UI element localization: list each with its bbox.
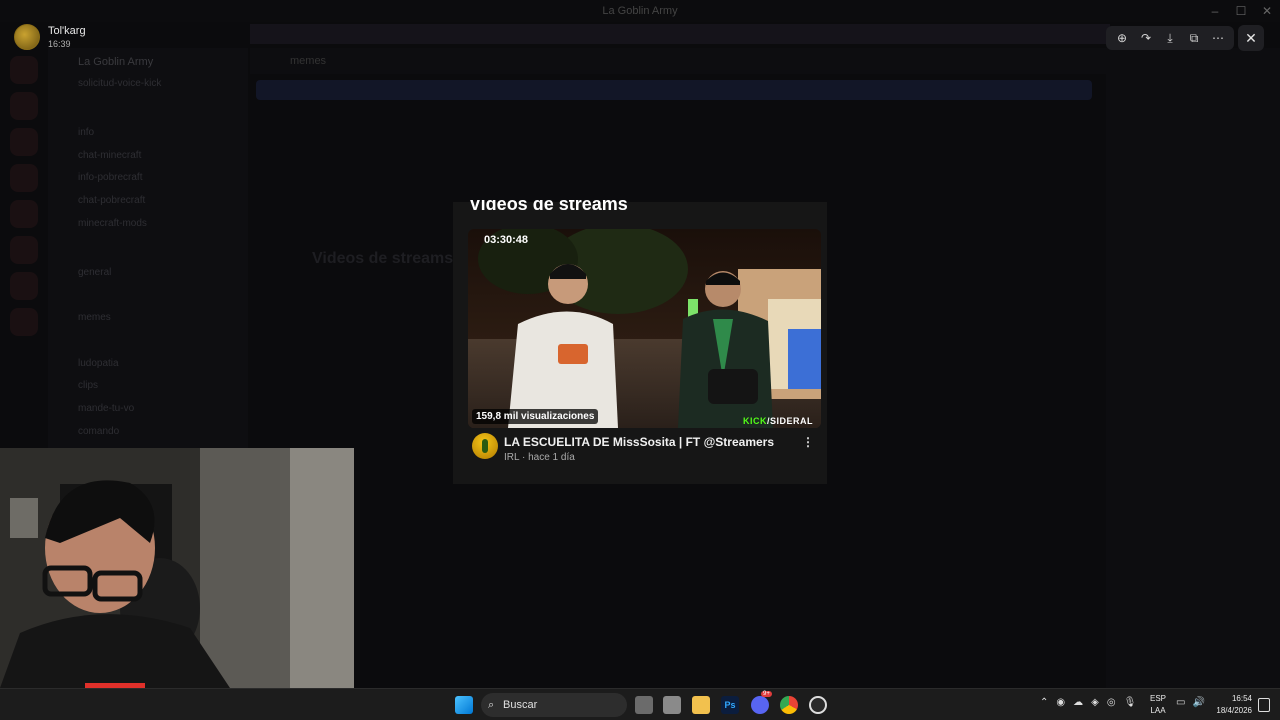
avatar: [14, 24, 40, 50]
server-icon[interactable]: [10, 164, 38, 192]
channel-item[interactable]: mande-tu-vo: [78, 403, 134, 414]
mic-icon[interactable]: 🎙: [1124, 697, 1137, 708]
chevron-up-icon[interactable]: ⌃: [1040, 697, 1048, 708]
watermark-kick: KICK: [742, 416, 767, 426]
task-view-icon[interactable]: [635, 696, 653, 714]
download-icon[interactable]: ⤓: [1162, 31, 1178, 46]
notice-bar: [250, 24, 1110, 44]
taskbar: ⌕ Buscar Ps 9+ ⌃ ◉ ☁ ◈ ◎ 🎙 ESP LAA ▭ 🔊 1…: [0, 688, 1280, 720]
status-icons: ▭ 🔊: [1176, 697, 1205, 708]
tray-app-icon[interactable]: ◉: [1056, 697, 1065, 708]
channel-item[interactable]: chat-minecraft: [78, 150, 141, 161]
clock-date: 18/4/2026: [1216, 706, 1252, 715]
member-list: [1106, 48, 1280, 688]
server-icon[interactable]: [10, 92, 38, 120]
more-icon[interactable]: ⋯: [1210, 31, 1226, 45]
language-code: ESP: [1149, 694, 1166, 703]
network-icon[interactable]: ▭: [1176, 697, 1185, 708]
clock[interactable]: 16:54 18/4/2026: [1212, 693, 1252, 717]
channel-avatar[interactable]: [472, 433, 498, 459]
file-explorer-icon[interactable]: [692, 696, 710, 714]
server-rail: [0, 48, 48, 448]
user-name: Tol'karg: [48, 25, 86, 37]
language-indicator[interactable]: ESP LAA: [1148, 693, 1168, 717]
search-placeholder: Buscar: [503, 699, 538, 711]
video-meta: IRL · hace 1 día: [504, 452, 575, 463]
watermark-channel: /SIDERAL: [766, 416, 813, 426]
webcam-overlay: [0, 448, 354, 688]
thumbnail-watermark: KICK/SIDERAL: [743, 416, 813, 426]
discord-icon[interactable]: 9+: [751, 691, 772, 714]
channel-item[interactable]: info: [78, 127, 94, 138]
search-icon: ⌕: [488, 699, 495, 711]
maximize-icon[interactable]: ☐: [1228, 0, 1254, 22]
chat-banner: [256, 80, 1092, 100]
tray-app-icon[interactable]: ◎: [1107, 697, 1116, 708]
viewer-toolbar: ⊕ ↷ ⤓ ⧉ ⋯: [1106, 26, 1234, 50]
server-name[interactable]: La Goblin Army: [78, 56, 153, 68]
server-icon[interactable]: [10, 200, 38, 228]
forward-icon[interactable]: ↷: [1138, 31, 1154, 45]
viewer-user: Tol'karg 16:39: [14, 24, 86, 50]
server-icon[interactable]: [10, 308, 38, 336]
server-icon[interactable]: [10, 56, 38, 84]
channel-item[interactable]: memes: [78, 312, 111, 323]
view-count: 159,8 mil visualizaciones: [472, 409, 599, 424]
background-embed-title: Videos de streams: [312, 250, 454, 267]
video-duration: 03:30:48: [484, 234, 529, 246]
window-title: La Goblin Army: [0, 0, 1280, 22]
close-icon[interactable]: ✕: [1238, 25, 1264, 51]
window-close-icon[interactable]: ✕: [1254, 0, 1280, 22]
system-tray: ⌃ ◉ ☁ ◈ ◎ 🎙: [1040, 697, 1136, 708]
channel-item[interactable]: minecraft-mods: [78, 218, 147, 229]
notification-icon[interactable]: [1258, 698, 1270, 712]
app-icon[interactable]: [663, 696, 681, 714]
channel-item[interactable]: ludopatia: [78, 358, 119, 369]
minimize-icon[interactable]: –: [1202, 0, 1228, 22]
server-icon[interactable]: [10, 236, 38, 264]
zoom-icon[interactable]: ⊕: [1114, 31, 1130, 45]
chrome-icon[interactable]: [780, 696, 798, 714]
windows-start-icon[interactable]: [455, 696, 473, 714]
cloud-icon[interactable]: ☁: [1073, 697, 1083, 708]
discord-badge: 9+: [761, 691, 772, 697]
user-timestamp: 16:39: [48, 39, 71, 49]
more-options-icon[interactable]: ⋮: [802, 435, 814, 449]
photoshop-icon[interactable]: Ps: [721, 696, 739, 714]
video-title[interactable]: LA ESCUELITA DE MissSosita | FT @Streame…: [504, 435, 774, 449]
channel-item[interactable]: solicitud-voice-kick: [78, 78, 161, 89]
tray-app-icon[interactable]: ◈: [1091, 697, 1099, 708]
volume-icon[interactable]: 🔊: [1192, 697, 1204, 708]
taskbar-search[interactable]: ⌕ Buscar: [481, 693, 627, 717]
clock-time: 16:54: [1231, 694, 1252, 703]
video-thumbnail[interactable]: 03:30:48 159,8 mil visualizaciones KICK/…: [468, 229, 821, 428]
video-embed-card: Videos de streams 03:30:48 159,8 mil vis…: [453, 200, 827, 484]
webcam-image: [0, 448, 354, 688]
obs-icon[interactable]: [809, 696, 827, 714]
channel-item[interactable]: clips: [78, 380, 98, 391]
server-icon[interactable]: [10, 128, 38, 156]
chat-header: memes: [250, 48, 1110, 74]
open-external-icon[interactable]: ⧉: [1186, 31, 1202, 46]
channel-item[interactable]: general: [78, 267, 111, 278]
channel-item[interactable]: info-pobrecraft: [78, 172, 142, 183]
keyboard-layout: LAA: [1150, 706, 1166, 715]
channel-item[interactable]: comando: [78, 426, 119, 437]
thumbnail-image: [468, 229, 821, 428]
server-icon[interactable]: [10, 272, 38, 300]
channel-item[interactable]: chat-pobrecraft: [78, 195, 145, 206]
window-controls: – ☐ ✕: [1202, 0, 1280, 22]
